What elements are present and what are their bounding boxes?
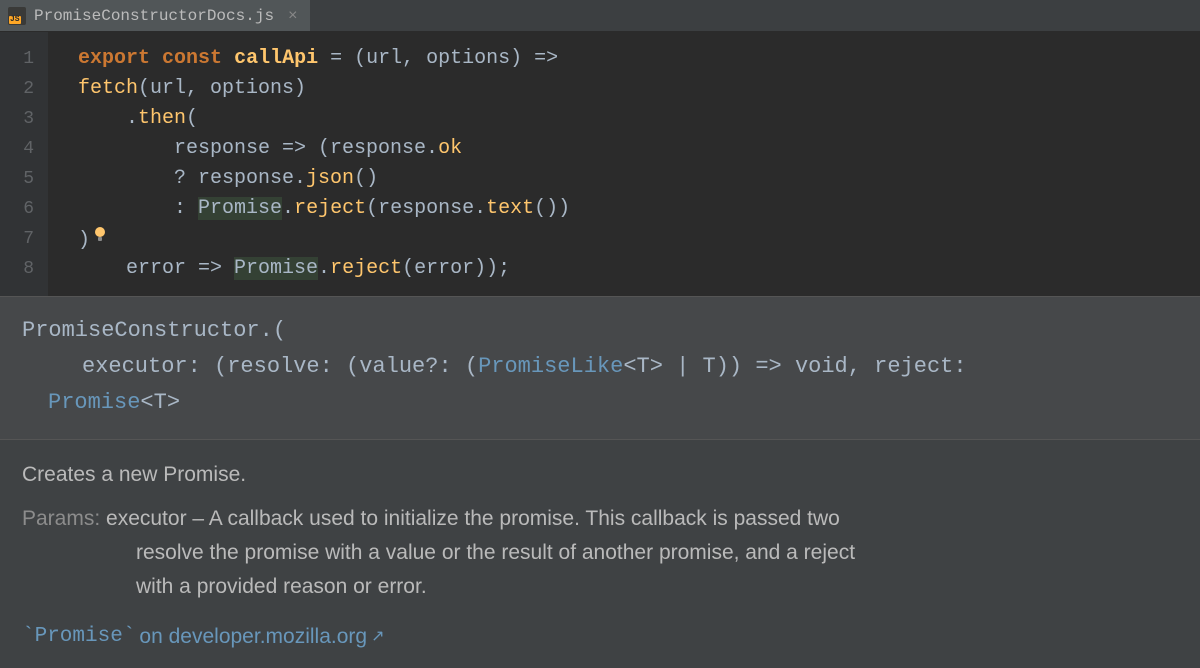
function-call: fetch xyxy=(78,77,138,100)
method-call: reject xyxy=(330,257,402,280)
js-icon-label: JS xyxy=(9,16,21,24)
code-line: export const callApi = (url, options) => xyxy=(78,44,570,74)
line-number: 2 xyxy=(0,74,48,104)
line-gutter: 1 2 3 4 5 6 7 8 xyxy=(0,32,48,296)
code-text: ()) xyxy=(534,197,570,220)
sig-text: <T> xyxy=(140,390,180,415)
doc-params: Params: executor – A callback used to in… xyxy=(22,502,1178,604)
line-number: 6 xyxy=(0,194,48,224)
documentation-popup: Creates a new Promise. Params: executor … xyxy=(0,439,1200,668)
code-text: () xyxy=(354,167,378,190)
code-line: error => Promise.reject(error)); xyxy=(78,254,570,284)
params-text: resolve the promise with a value or the … xyxy=(22,536,1178,570)
params-text: executor – A callback used to initialize… xyxy=(100,507,840,530)
method-call: then xyxy=(138,107,186,130)
signature-line: executor: (resolve: (value?: (PromiseLik… xyxy=(22,349,1178,385)
code-text: : xyxy=(78,197,198,220)
doc-description: Creates a new Promise. xyxy=(22,458,1178,492)
code-text: . xyxy=(318,257,330,280)
line-number: 3 xyxy=(0,104,48,134)
file-tab[interactable]: JS PromiseConstructorDocs.js × xyxy=(0,0,310,31)
keyword-const: const xyxy=(162,47,222,70)
parameter-info-popup: PromiseConstructor.( executor: (resolve:… xyxy=(0,296,1200,439)
code-line: ? response.json() xyxy=(78,164,570,194)
code-line: response => (response.ok xyxy=(78,134,570,164)
sig-type: PromiseLike xyxy=(478,354,623,379)
link-text: on developer.mozilla.org xyxy=(139,620,367,654)
code-text: (url, options) xyxy=(138,77,306,100)
code-content[interactable]: export const callApi = (url, options) =>… xyxy=(48,32,570,296)
property: ok xyxy=(438,137,462,160)
code-line: fetch(url, options) xyxy=(78,74,570,104)
line-number: 8 xyxy=(0,254,48,284)
intention-bulb-icon[interactable] xyxy=(90,224,110,255)
code-text: response => (response. xyxy=(78,137,438,160)
code-text: ) xyxy=(78,229,90,252)
function-name: callApi xyxy=(234,47,318,70)
line-number: 1 xyxy=(0,44,48,74)
code-line: ) xyxy=(78,224,570,254)
tab-bar: JS PromiseConstructorDocs.js × xyxy=(0,0,1200,32)
tab-filename: PromiseConstructorDocs.js xyxy=(34,7,274,25)
promise-highlight: Promise xyxy=(198,197,282,220)
code-line: .then( xyxy=(78,104,570,134)
code-text: ? response. xyxy=(78,167,306,190)
code-text: . xyxy=(78,107,138,130)
external-doc-link[interactable]: `Promise` on developer.mozilla.org ↗ xyxy=(22,620,1178,654)
method-call: text xyxy=(486,197,534,220)
line-number: 7 xyxy=(0,224,48,254)
code-text: (error)); xyxy=(402,257,510,280)
code-line: : Promise.reject(response.text()) xyxy=(78,194,570,224)
promise-highlight: Promise xyxy=(234,257,318,280)
signature-line: Promise<T> xyxy=(22,385,1178,421)
line-number: 5 xyxy=(0,164,48,194)
sig-type: Promise xyxy=(48,390,140,415)
link-code: `Promise` xyxy=(22,620,135,654)
close-icon[interactable]: × xyxy=(288,7,298,25)
code-text: = (url, options) => xyxy=(318,47,558,70)
code-text: . xyxy=(282,197,294,220)
line-number: 4 xyxy=(0,134,48,164)
code-editor[interactable]: 1 2 3 4 5 6 7 8 export const callApi = (… xyxy=(0,32,1200,296)
params-text: with a provided reason or error. xyxy=(22,570,1178,604)
code-text: error => xyxy=(78,257,234,280)
code-text: ( xyxy=(186,107,198,130)
sig-text: executor: (resolve: (value?: ( xyxy=(82,354,478,379)
code-text: (response. xyxy=(366,197,486,220)
sig-text: <T> | T)) => void, reject: xyxy=(623,354,966,379)
external-link-icon: ↗ xyxy=(371,620,384,654)
js-file-icon: JS xyxy=(8,7,26,25)
params-label: Params: xyxy=(22,507,100,530)
keyword-export: export xyxy=(78,47,150,70)
signature-line: PromiseConstructor.( xyxy=(22,313,1178,349)
method-call: reject xyxy=(294,197,366,220)
method-call: json xyxy=(306,167,354,190)
